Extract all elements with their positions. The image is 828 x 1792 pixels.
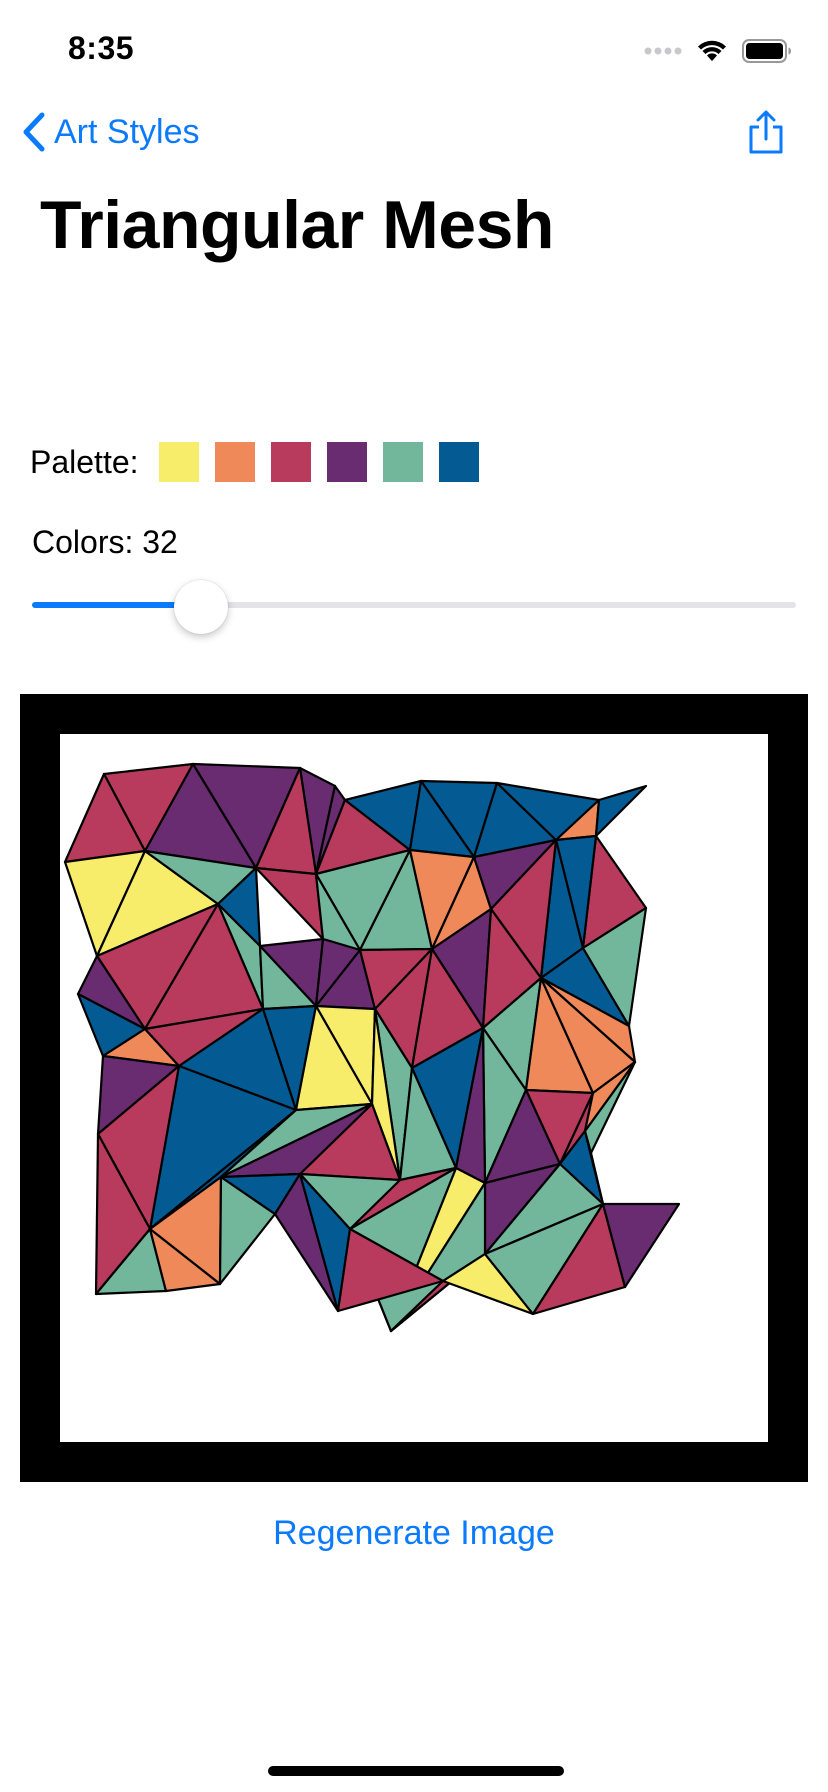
mesh-triangle [594,784,648,838]
share-button[interactable] [746,110,786,156]
palette-swatch-4[interactable] [326,442,367,482]
wifi-icon [698,40,726,61]
palette-swatch-6[interactable] [438,442,479,482]
status-icons [644,36,792,66]
mesh-triangle [254,866,325,941]
palette-label: Palette: [30,443,139,480]
palette-swatch-2[interactable] [214,442,255,482]
slider-thumb[interactable] [174,580,228,634]
status-time: 8:35 [68,30,135,66]
palette-swatch-1[interactable] [158,442,199,482]
artwork-frame [20,694,808,1482]
back-button-label: Art Styles [54,112,200,151]
palette-swatch-3[interactable] [270,442,311,482]
signal-icon [644,47,682,55]
chevron-left-icon [23,112,45,152]
colors-slider[interactable] [32,580,796,634]
palette-swatch-5[interactable] [382,442,423,482]
page-title: Triangular Mesh [40,187,554,263]
artwork-canvas [60,734,768,1442]
battery-icon [742,39,791,63]
colors-count-label: Colors: 32 [32,524,178,560]
triangular-mesh-image [63,762,681,1333]
home-indicator [268,1766,564,1776]
palette-row: Palette: [30,440,495,484]
regenerate-image-button[interactable]: Regenerate Image [0,1514,828,1553]
share-icon [749,110,783,154]
back-button[interactable]: Art Styles [22,108,199,156]
